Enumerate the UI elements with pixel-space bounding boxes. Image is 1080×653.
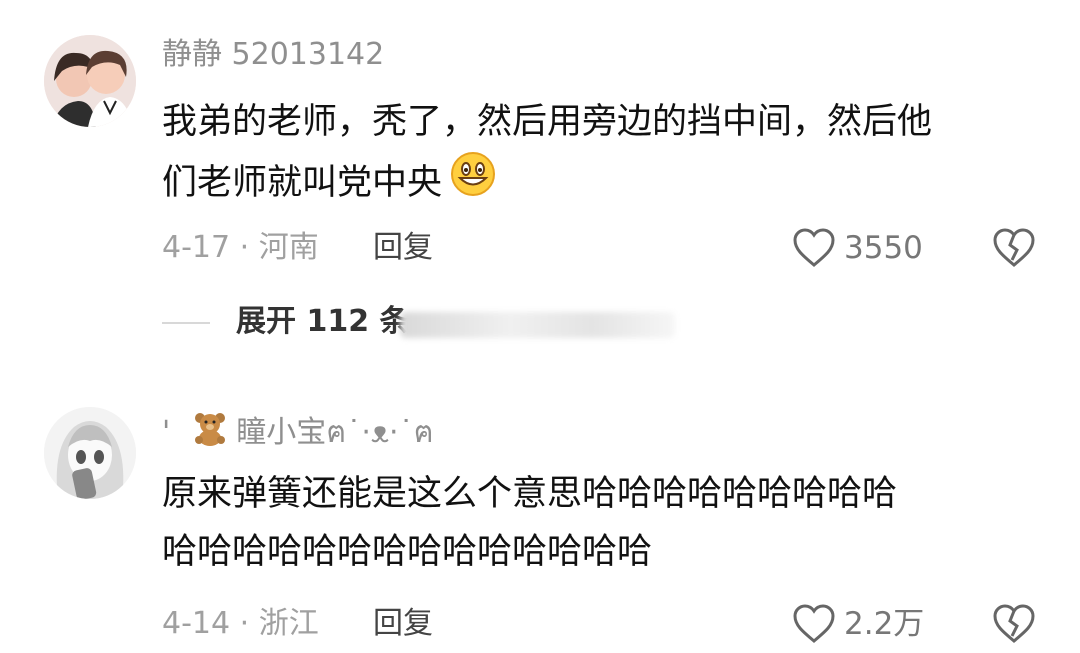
username: 瞳小宝ฅ˙·ᴥ·˙ฅ [236, 415, 434, 450]
comment-text-line: 原来弹簧还能是这么个意思哈哈哈哈哈哈哈哈哈 [162, 474, 898, 514]
comment-text-line: 哈哈哈哈哈哈哈哈哈哈哈哈哈哈 [162, 532, 653, 572]
comment-text-line: 我弟的老师，秃了，然后用旁边的挡中间，然后他 [162, 102, 933, 142]
username[interactable]: 静静 52013142 [162, 36, 384, 74]
comment-text-segment: 们老师就叫党中央 [162, 163, 443, 203]
comment-item: ' 瞳小宝ฅ˙·ᴥ·˙ฅ 原来弹簧还能是这么个意思哈哈哈哈哈哈哈哈哈 哈哈哈哈哈… [0, 390, 1080, 653]
comment-meta: 4-17 · 河南 [162, 230, 319, 265]
comment-text: 原来弹簧还能是这么个意思哈哈哈哈哈哈哈哈哈 哈哈哈哈哈哈哈哈哈哈哈哈哈哈 [162, 465, 1032, 581]
username-row[interactable]: ' 瞳小宝ฅ˙·ᴥ·˙ฅ [162, 410, 434, 456]
teddy-bear-emoji-icon [192, 410, 228, 456]
like-button[interactable]: 2.2万 [792, 604, 924, 644]
avatar[interactable] [44, 35, 136, 127]
heart-outline-icon [793, 228, 835, 267]
dislike-button[interactable] [992, 228, 1036, 272]
reply-button[interactable]: 回复 [373, 228, 433, 268]
reply-button[interactable]: 回复 [373, 604, 433, 644]
broken-heart-icon [993, 604, 1035, 643]
username-prefix: ' [162, 415, 171, 450]
avatar[interactable] [44, 407, 136, 499]
like-count: 3550 [844, 230, 923, 266]
like-count: 2.2万 [844, 606, 925, 642]
grinning-face-emoji-icon [450, 151, 496, 215]
comment-meta: 4-14 · 浙江 [162, 606, 319, 641]
dislike-button[interactable] [992, 604, 1036, 648]
heart-outline-icon [793, 604, 835, 643]
blurred-text [400, 312, 675, 338]
expand-replies-label[interactable]: 展开 112 条 [236, 302, 410, 342]
like-button[interactable]: 3550 [792, 228, 923, 268]
comment-text: 我弟的老师，秃了，然后用旁边的挡中间，然后他 们老师就叫党中央 [162, 93, 1032, 215]
comment-text-line: 们老师就叫党中央 [162, 151, 1032, 215]
broken-heart-icon [993, 228, 1035, 267]
divider [162, 322, 210, 324]
comment-item: 静静 52013142 我弟的老师，秃了，然后用旁边的挡中间，然后他 们老师就叫… [0, 0, 1080, 300]
